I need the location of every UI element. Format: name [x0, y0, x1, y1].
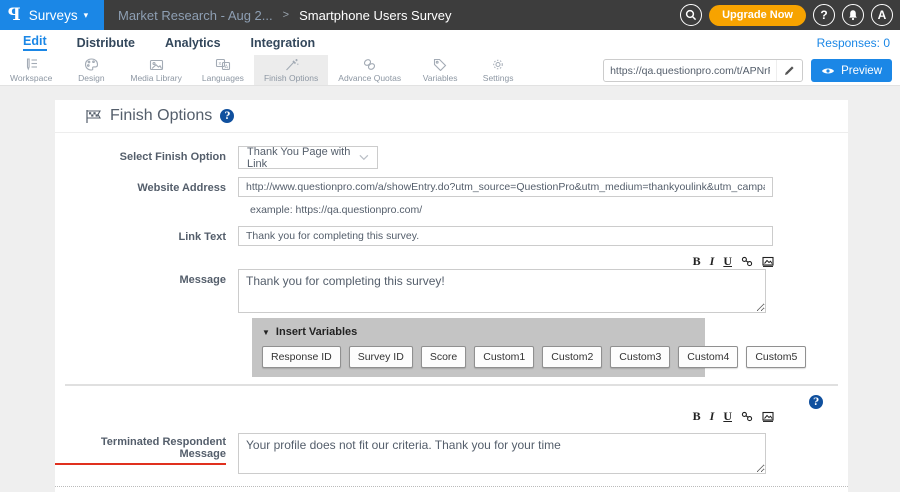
- collapse-arrow-icon: ▼: [262, 328, 270, 337]
- help-button[interactable]: ?: [813, 4, 835, 26]
- workspace-icon: [23, 58, 39, 72]
- breadcrumb-separator-icon: >: [283, 9, 289, 21]
- tab-workspace[interactable]: Workspace: [0, 55, 62, 85]
- nav-item-edit[interactable]: Edit: [23, 34, 47, 51]
- tab-advance-quotas[interactable]: Advance Quotas: [328, 55, 411, 85]
- search-button[interactable]: [680, 4, 702, 26]
- finish-options-card: Finish Options ? Select Finish Option Th…: [55, 100, 848, 492]
- variable-button-custom5[interactable]: Custom5: [746, 346, 806, 368]
- finish-options-form: Select Finish Option Thank You Page with…: [55, 133, 848, 492]
- finish-option-select[interactable]: Thank You Page with Link: [238, 146, 378, 169]
- tab-variables[interactable]: Variables: [411, 55, 469, 85]
- insert-link-button[interactable]: [741, 256, 753, 267]
- bell-icon: [847, 9, 859, 21]
- variable-button-response-id[interactable]: Response ID: [262, 346, 341, 368]
- page-title: Finish Options: [110, 107, 212, 125]
- red-underline-annotation: Terminated Respondent Message: [55, 436, 226, 465]
- terminated-respondent-message-textarea[interactable]: Your profile does not fit our criteria. …: [238, 433, 766, 474]
- italic-button[interactable]: I: [710, 410, 715, 422]
- edit-url-button[interactable]: [776, 60, 802, 81]
- translate-icon: xA: [215, 58, 231, 72]
- finish-options-help-icon[interactable]: ?: [220, 109, 234, 123]
- bold-button[interactable]: B: [693, 255, 701, 267]
- select-finish-option-label: Select Finish Option: [55, 146, 238, 169]
- bold-button[interactable]: B: [693, 410, 701, 422]
- underline-button[interactable]: U: [723, 255, 732, 267]
- website-address-example: example: https://qa.questionpro.com/: [250, 204, 848, 216]
- nav-item-distribute[interactable]: Distribute: [77, 36, 135, 50]
- survey-url-input[interactable]: [604, 65, 776, 77]
- insert-link-button[interactable]: [741, 411, 753, 422]
- message-textarea[interactable]: Thank you for completing this survey!: [238, 269, 766, 313]
- terminated-section-help-icon[interactable]: ?: [809, 395, 823, 409]
- card-title-row: Finish Options ?: [55, 100, 848, 133]
- notifications-button[interactable]: [842, 4, 864, 26]
- search-icon: [685, 9, 697, 21]
- insert-image-button[interactable]: [762, 411, 774, 422]
- tab-settings[interactable]: Settings: [469, 55, 527, 85]
- link-text-label: Link Text: [55, 226, 238, 246]
- primary-nav: Edit Distribute Analytics Integration Re…: [0, 30, 900, 55]
- preview-button[interactable]: Preview: [811, 59, 892, 82]
- responses-count[interactable]: Responses: 0: [817, 36, 890, 50]
- pencil-icon: [784, 65, 795, 76]
- image-icon: [149, 58, 164, 72]
- tab-design[interactable]: Design: [62, 55, 120, 85]
- nav-item-analytics[interactable]: Analytics: [165, 36, 221, 50]
- tab-finish-options[interactable]: Finish Options: [254, 55, 328, 85]
- underline-button[interactable]: U: [723, 410, 732, 422]
- breadcrumb-survey-title: Smartphone Users Survey: [299, 8, 451, 23]
- link-icon: [741, 411, 753, 422]
- caret-down-icon: ▾: [84, 10, 89, 21]
- tab-languages[interactable]: xA Languages: [192, 55, 254, 85]
- italic-button[interactable]: I: [710, 255, 715, 267]
- breadcrumb: Market Research - Aug 2... > Smartphone …: [118, 8, 452, 23]
- svg-text:x: x: [218, 61, 221, 67]
- product-name: Surveys: [29, 8, 78, 23]
- svg-text:A: A: [224, 64, 228, 70]
- variable-button-custom2[interactable]: Custom2: [542, 346, 602, 368]
- eye-icon: [821, 66, 835, 76]
- variable-button-score[interactable]: Score: [421, 346, 466, 368]
- gear-icon: [491, 58, 505, 72]
- insert-image-icon: [762, 411, 774, 422]
- insert-image-button[interactable]: [762, 256, 774, 267]
- header-actions: Upgrade Now ? A: [680, 0, 893, 30]
- website-address-label: Website Address: [55, 177, 238, 197]
- finish-flag-icon: [85, 109, 102, 124]
- product-switcher[interactable]: P Surveys ▾: [0, 0, 104, 30]
- chevron-down-icon: [359, 154, 369, 161]
- magic-wand-icon: [284, 58, 299, 72]
- variable-button-custom1[interactable]: Custom1: [474, 346, 534, 368]
- insert-variables-toggle[interactable]: ▼ Insert Variables: [262, 326, 695, 338]
- content-area: Finish Options ? Select Finish Option Th…: [0, 86, 900, 492]
- edit-toolbar: Workspace Design Media Library xA Langua…: [0, 55, 900, 86]
- website-address-input[interactable]: [238, 177, 773, 197]
- finish-option-selected-value: Thank You Page with Link: [247, 146, 359, 170]
- terminated-respondent-message-label: Terminated Respondent Message: [55, 433, 238, 474]
- insert-image-icon: [762, 256, 774, 267]
- terminated-editor-toolbar: B I U: [250, 409, 778, 424]
- insert-variables-panel: ▼ Insert Variables Response ID Survey ID…: [252, 318, 705, 377]
- tab-media-library[interactable]: Media Library: [120, 55, 192, 85]
- breadcrumb-folder[interactable]: Market Research - Aug 2...: [118, 8, 273, 23]
- survey-url-box: [603, 59, 803, 82]
- message-editor-toolbar: B I U: [250, 254, 778, 269]
- account-avatar[interactable]: A: [871, 4, 893, 26]
- message-label: Message: [55, 269, 238, 313]
- question-mark-icon: ?: [820, 8, 827, 22]
- link-icon: [741, 256, 753, 267]
- app-header: P Surveys ▾ Market Research - Aug 2... >…: [0, 0, 900, 30]
- variable-button-custom4[interactable]: Custom4: [678, 346, 738, 368]
- link-text-input[interactable]: [238, 226, 773, 246]
- variable-button-survey-id[interactable]: Survey ID: [349, 346, 413, 368]
- palette-icon: [84, 58, 99, 72]
- nav-item-integration[interactable]: Integration: [251, 36, 316, 50]
- questionpro-logo-icon: P: [8, 5, 21, 25]
- upgrade-now-button[interactable]: Upgrade Now: [709, 5, 806, 26]
- tag-icon: [433, 58, 447, 72]
- avatar-initial: A: [878, 8, 887, 22]
- variable-button-custom3[interactable]: Custom3: [610, 346, 670, 368]
- chain-links-icon: [362, 58, 377, 72]
